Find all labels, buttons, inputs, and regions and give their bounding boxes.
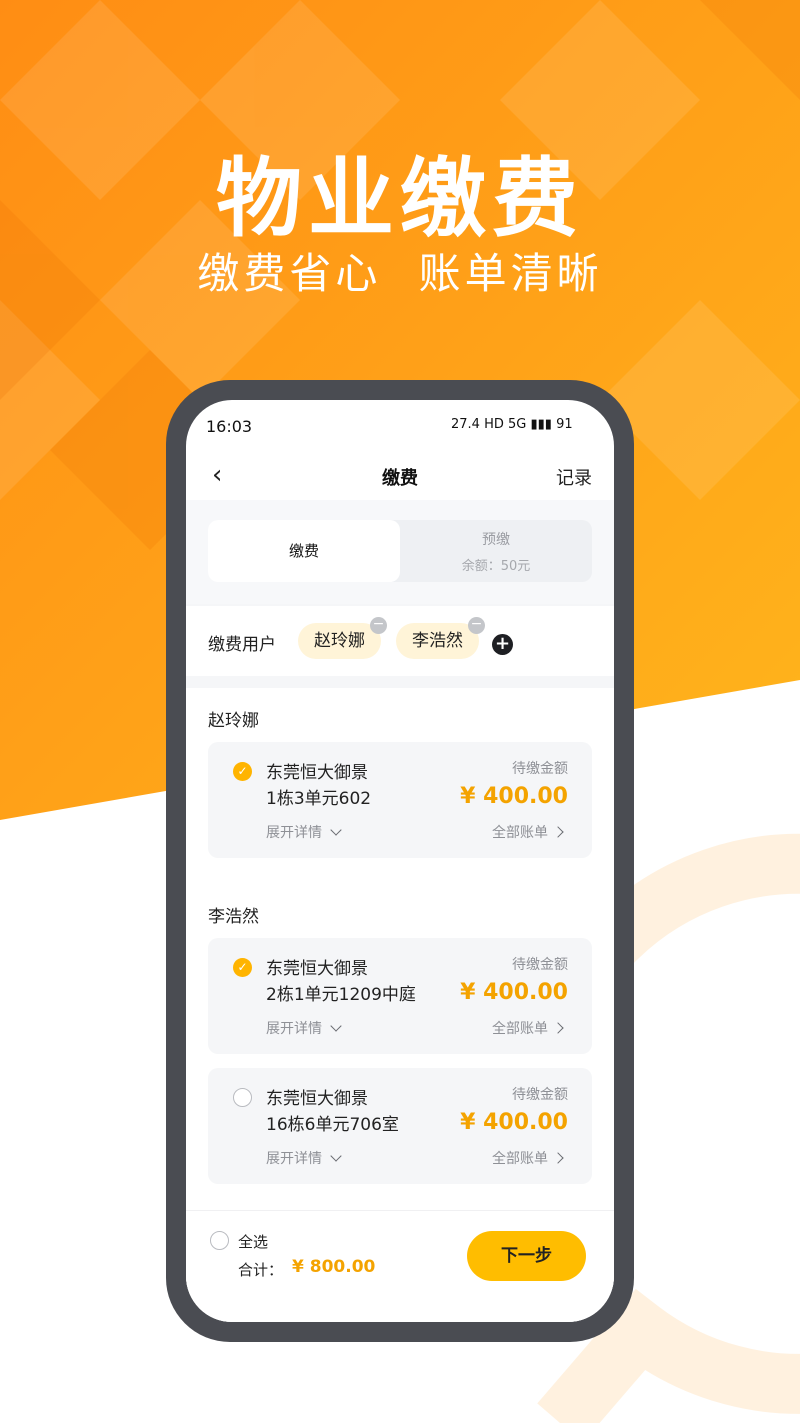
- user-chip-name: 赵玲娜: [314, 631, 365, 651]
- all-bills-link[interactable]: 全部账单: [492, 822, 564, 842]
- record-link[interactable]: 记录: [556, 464, 592, 490]
- checkbox-checked-icon[interactable]: ✓: [233, 762, 252, 781]
- all-bills-link[interactable]: 全部账单: [492, 1018, 564, 1038]
- bill-address: 16栋6单元706室: [266, 1115, 399, 1135]
- status-bar: 16:03 27.4 HD 5G ▮▮▮ 91: [186, 400, 614, 450]
- group-name: 李浩然: [208, 907, 259, 927]
- all-bills-link[interactable]: 全部账单: [492, 1148, 564, 1168]
- due-label: 待缴金额: [512, 1087, 568, 1103]
- checkout-bar: 全选 合计： ¥ 800.00 下一步: [186, 1210, 614, 1322]
- prepay-balance: 余额：50元: [461, 559, 531, 574]
- tab-prepay[interactable]: 预缴 余额：50元: [400, 520, 592, 582]
- select-all-radio[interactable]: [210, 1231, 229, 1250]
- bill-card[interactable]: ✓ 东莞恒大御景 1栋3单元602 待缴金额 ¥ 400.00 展开详情 全部账…: [208, 742, 592, 858]
- chevron-right-icon: [552, 826, 564, 838]
- chevron-down-icon: [330, 824, 342, 836]
- chevron-down-icon: [330, 1020, 342, 1032]
- expand-details-label: 展开详情: [266, 1021, 322, 1037]
- chevron-down-icon: [330, 1150, 342, 1162]
- all-bills-label: 全部账单: [492, 825, 548, 841]
- checkbox-checked-icon[interactable]: ✓: [233, 958, 252, 977]
- next-step-button[interactable]: 下一步: [467, 1231, 586, 1281]
- all-bills-label: 全部账单: [492, 1021, 548, 1037]
- expand-details-label: 展开详情: [266, 1151, 322, 1167]
- signal-battery-icon: 27.4 HD 5G ▮▮▮ 91: [451, 417, 573, 432]
- bill-card[interactable]: ✓ 东莞恒大御景 2栋1单元1209中庭 待缴金额 ¥ 400.00 展开详情 …: [208, 938, 592, 1054]
- bill-list: 赵玲娜 ✓ 东莞恒大御景 1栋3单元602 待缴金额 ¥ 400.00 展开详情…: [186, 688, 614, 1210]
- nav-bar: ‹ 缴费 记录: [186, 450, 614, 500]
- checkbox-unchecked-icon[interactable]: [233, 1088, 252, 1107]
- bill-address: 1栋3单元602: [266, 789, 372, 809]
- minus-icon[interactable]: −: [370, 617, 387, 634]
- user-chip[interactable]: 李浩然 −: [396, 617, 485, 659]
- bill-address: 2栋1单元1209中庭: [266, 985, 416, 1005]
- expand-details-link[interactable]: 展开详情: [266, 822, 342, 842]
- expand-details-label: 展开详情: [266, 825, 322, 841]
- phone-screen: 16:03 27.4 HD 5G ▮▮▮ 91 ‹ 缴费 记录 缴费 预缴 余额…: [186, 400, 614, 1322]
- due-label: 待缴金额: [512, 957, 568, 973]
- payer-users-row: 缴费用户 赵玲娜 − 李浩然 − +: [186, 606, 614, 676]
- page-title: 缴费: [382, 468, 418, 489]
- tab-switcher: 缴费 预缴 余额：50元: [208, 520, 592, 582]
- user-chip[interactable]: 赵玲娜 −: [298, 617, 387, 659]
- hero-subtitle: 缴费省心 账单清晰: [197, 249, 603, 298]
- minus-icon[interactable]: −: [468, 617, 485, 634]
- tab-prepay-label: 预缴: [482, 532, 510, 548]
- payer-users-label: 缴费用户: [208, 635, 276, 655]
- bill-amount: ¥ 400.00: [460, 980, 568, 1005]
- select-all-label[interactable]: 全选: [238, 1231, 268, 1252]
- total-amount: ¥ 800.00: [292, 1257, 376, 1277]
- bill-card[interactable]: 东莞恒大御景 16栋6单元706室 待缴金额 ¥ 400.00 展开详情 全部账…: [208, 1068, 592, 1184]
- total-label: 合计：: [238, 1261, 284, 1279]
- phone-frame: 16:03 27.4 HD 5G ▮▮▮ 91 ‹ 缴费 记录 缴费 预缴 余额…: [166, 380, 634, 1342]
- due-label: 待缴金额: [512, 761, 568, 777]
- bill-project: 东莞恒大御景: [266, 959, 368, 979]
- hero-title: 物业缴费: [216, 149, 584, 249]
- bill-project: 东莞恒大御景: [266, 763, 368, 783]
- tab-section: 缴费 预缴 余额：50元: [186, 500, 614, 604]
- tab-pay[interactable]: 缴费: [208, 520, 400, 582]
- chevron-right-icon: [552, 1152, 564, 1164]
- status-time: 16:03: [206, 417, 253, 436]
- plus-icon[interactable]: +: [492, 634, 513, 655]
- chevron-right-icon: [552, 1022, 564, 1034]
- bill-project: 东莞恒大御景: [266, 1089, 368, 1109]
- bill-amount: ¥ 400.00: [460, 1110, 568, 1135]
- expand-details-link[interactable]: 展开详情: [266, 1148, 342, 1168]
- group-name: 赵玲娜: [208, 711, 259, 731]
- user-chip-name: 李浩然: [412, 631, 463, 651]
- all-bills-label: 全部账单: [492, 1151, 548, 1167]
- bill-amount: ¥ 400.00: [460, 784, 568, 809]
- expand-details-link[interactable]: 展开详情: [266, 1018, 342, 1038]
